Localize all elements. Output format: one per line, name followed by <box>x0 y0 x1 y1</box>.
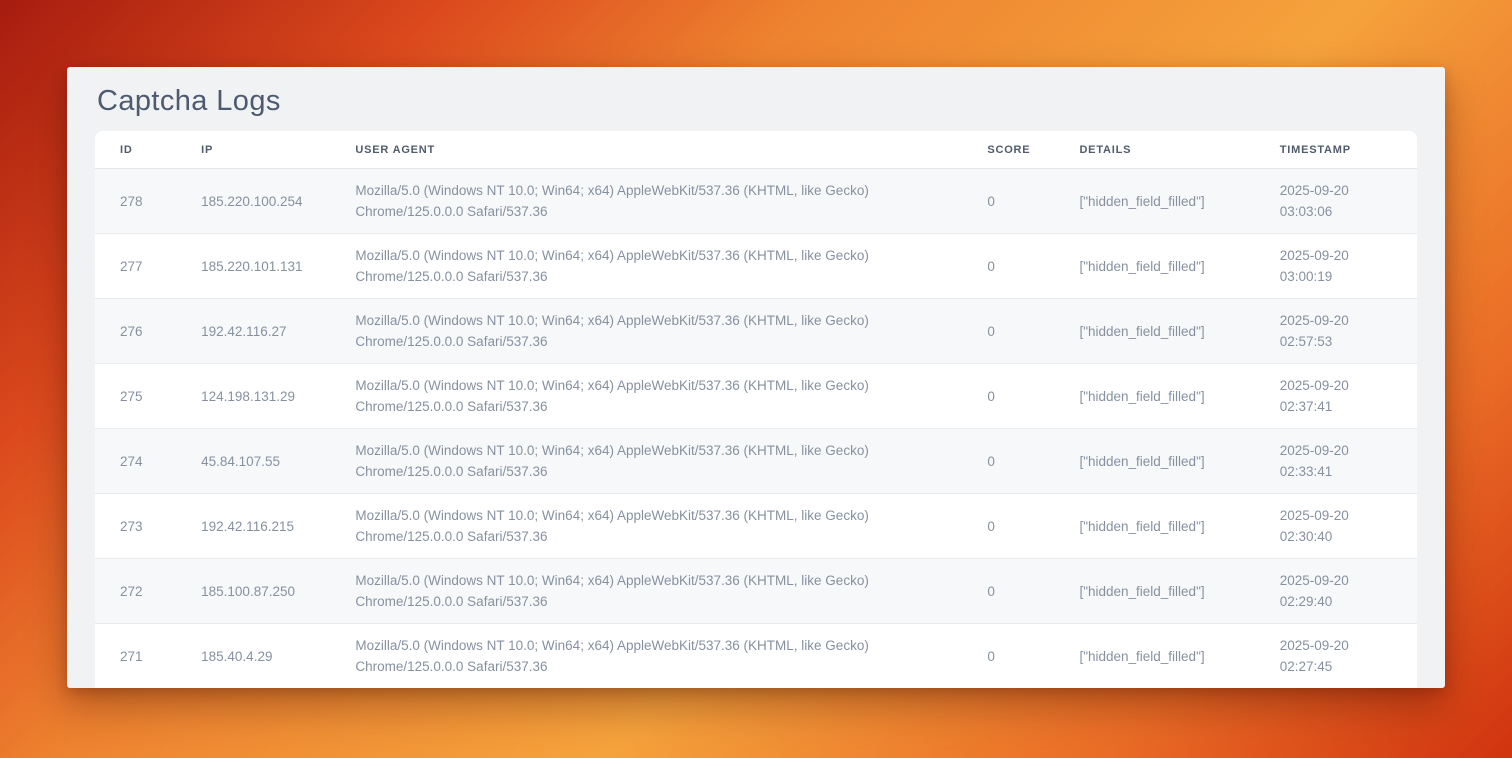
cell-timestamp: 2025-09-20 02:57:53 <box>1270 299 1417 364</box>
column-header-id: ID <box>95 131 191 169</box>
cell-score: 0 <box>977 299 1069 364</box>
cell-timestamp: 2025-09-20 02:29:40 <box>1270 559 1417 624</box>
logs-table-panel: ID IP USER AGENT SCORE DETAILS TIMESTAMP… <box>95 131 1417 688</box>
cell-user-agent: Mozilla/5.0 (Windows NT 10.0; Win64; x64… <box>345 299 977 364</box>
cell-user-agent: Mozilla/5.0 (Windows NT 10.0; Win64; x64… <box>345 169 977 234</box>
cell-id: 278 <box>95 169 191 234</box>
cell-ip: 185.220.100.254 <box>191 169 345 234</box>
table-header-row: ID IP USER AGENT SCORE DETAILS TIMESTAMP <box>95 131 1417 169</box>
table-row: 272 185.100.87.250 Mozilla/5.0 (Windows … <box>95 559 1417 624</box>
table-header: ID IP USER AGENT SCORE DETAILS TIMESTAMP <box>95 131 1417 169</box>
cell-details: ["hidden_field_filled"] <box>1069 559 1269 624</box>
cell-score: 0 <box>977 559 1069 624</box>
cell-timestamp: 2025-09-20 03:00:19 <box>1270 234 1417 299</box>
table-row: 278 185.220.100.254 Mozilla/5.0 (Windows… <box>95 169 1417 234</box>
cell-id: 277 <box>95 234 191 299</box>
cell-timestamp: 2025-09-20 02:27:45 <box>1270 624 1417 689</box>
cell-id: 271 <box>95 624 191 689</box>
cell-details: ["hidden_field_filled"] <box>1069 624 1269 689</box>
captcha-logs-table: ID IP USER AGENT SCORE DETAILS TIMESTAMP… <box>95 131 1417 688</box>
cell-details: ["hidden_field_filled"] <box>1069 494 1269 559</box>
column-header-timestamp: TIMESTAMP <box>1270 131 1417 169</box>
cell-user-agent: Mozilla/5.0 (Windows NT 10.0; Win64; x64… <box>345 494 977 559</box>
cell-ip: 185.220.101.131 <box>191 234 345 299</box>
table-row: 271 185.40.4.29 Mozilla/5.0 (Windows NT … <box>95 624 1417 689</box>
cell-timestamp: 2025-09-20 03:03:06 <box>1270 169 1417 234</box>
cell-user-agent: Mozilla/5.0 (Windows NT 10.0; Win64; x64… <box>345 234 977 299</box>
cell-score: 0 <box>977 234 1069 299</box>
table-row: 277 185.220.101.131 Mozilla/5.0 (Windows… <box>95 234 1417 299</box>
table-row: 274 45.84.107.55 Mozilla/5.0 (Windows NT… <box>95 429 1417 494</box>
cell-id: 275 <box>95 364 191 429</box>
table-row: 275 124.198.131.29 Mozilla/5.0 (Windows … <box>95 364 1417 429</box>
cell-timestamp: 2025-09-20 02:33:41 <box>1270 429 1417 494</box>
cell-ip: 185.100.87.250 <box>191 559 345 624</box>
cell-details: ["hidden_field_filled"] <box>1069 429 1269 494</box>
cell-user-agent: Mozilla/5.0 (Windows NT 10.0; Win64; x64… <box>345 624 977 689</box>
column-header-ip: IP <box>191 131 345 169</box>
cell-score: 0 <box>977 429 1069 494</box>
column-header-details: DETAILS <box>1069 131 1269 169</box>
column-header-score: SCORE <box>977 131 1069 169</box>
cell-id: 274 <box>95 429 191 494</box>
column-header-user-agent: USER AGENT <box>345 131 977 169</box>
cell-id: 276 <box>95 299 191 364</box>
cell-score: 0 <box>977 364 1069 429</box>
cell-ip: 185.40.4.29 <box>191 624 345 689</box>
cell-ip: 45.84.107.55 <box>191 429 345 494</box>
cell-details: ["hidden_field_filled"] <box>1069 234 1269 299</box>
cell-user-agent: Mozilla/5.0 (Windows NT 10.0; Win64; x64… <box>345 559 977 624</box>
cell-score: 0 <box>977 169 1069 234</box>
cell-id: 272 <box>95 559 191 624</box>
cell-details: ["hidden_field_filled"] <box>1069 299 1269 364</box>
cell-score: 0 <box>977 624 1069 689</box>
cell-id: 273 <box>95 494 191 559</box>
cell-user-agent: Mozilla/5.0 (Windows NT 10.0; Win64; x64… <box>345 429 977 494</box>
cell-ip: 192.42.116.215 <box>191 494 345 559</box>
cell-details: ["hidden_field_filled"] <box>1069 364 1269 429</box>
captcha-logs-card: Captcha Logs ID IP USER AGENT SCORE DETA… <box>67 67 1445 688</box>
table-body: 278 185.220.100.254 Mozilla/5.0 (Windows… <box>95 169 1417 689</box>
page-title: Captcha Logs <box>67 67 1445 131</box>
cell-timestamp: 2025-09-20 02:37:41 <box>1270 364 1417 429</box>
cell-user-agent: Mozilla/5.0 (Windows NT 10.0; Win64; x64… <box>345 364 977 429</box>
cell-ip: 192.42.116.27 <box>191 299 345 364</box>
cell-score: 0 <box>977 494 1069 559</box>
table-row: 276 192.42.116.27 Mozilla/5.0 (Windows N… <box>95 299 1417 364</box>
table-row: 273 192.42.116.215 Mozilla/5.0 (Windows … <box>95 494 1417 559</box>
cell-ip: 124.198.131.29 <box>191 364 345 429</box>
cell-timestamp: 2025-09-20 02:30:40 <box>1270 494 1417 559</box>
cell-details: ["hidden_field_filled"] <box>1069 169 1269 234</box>
